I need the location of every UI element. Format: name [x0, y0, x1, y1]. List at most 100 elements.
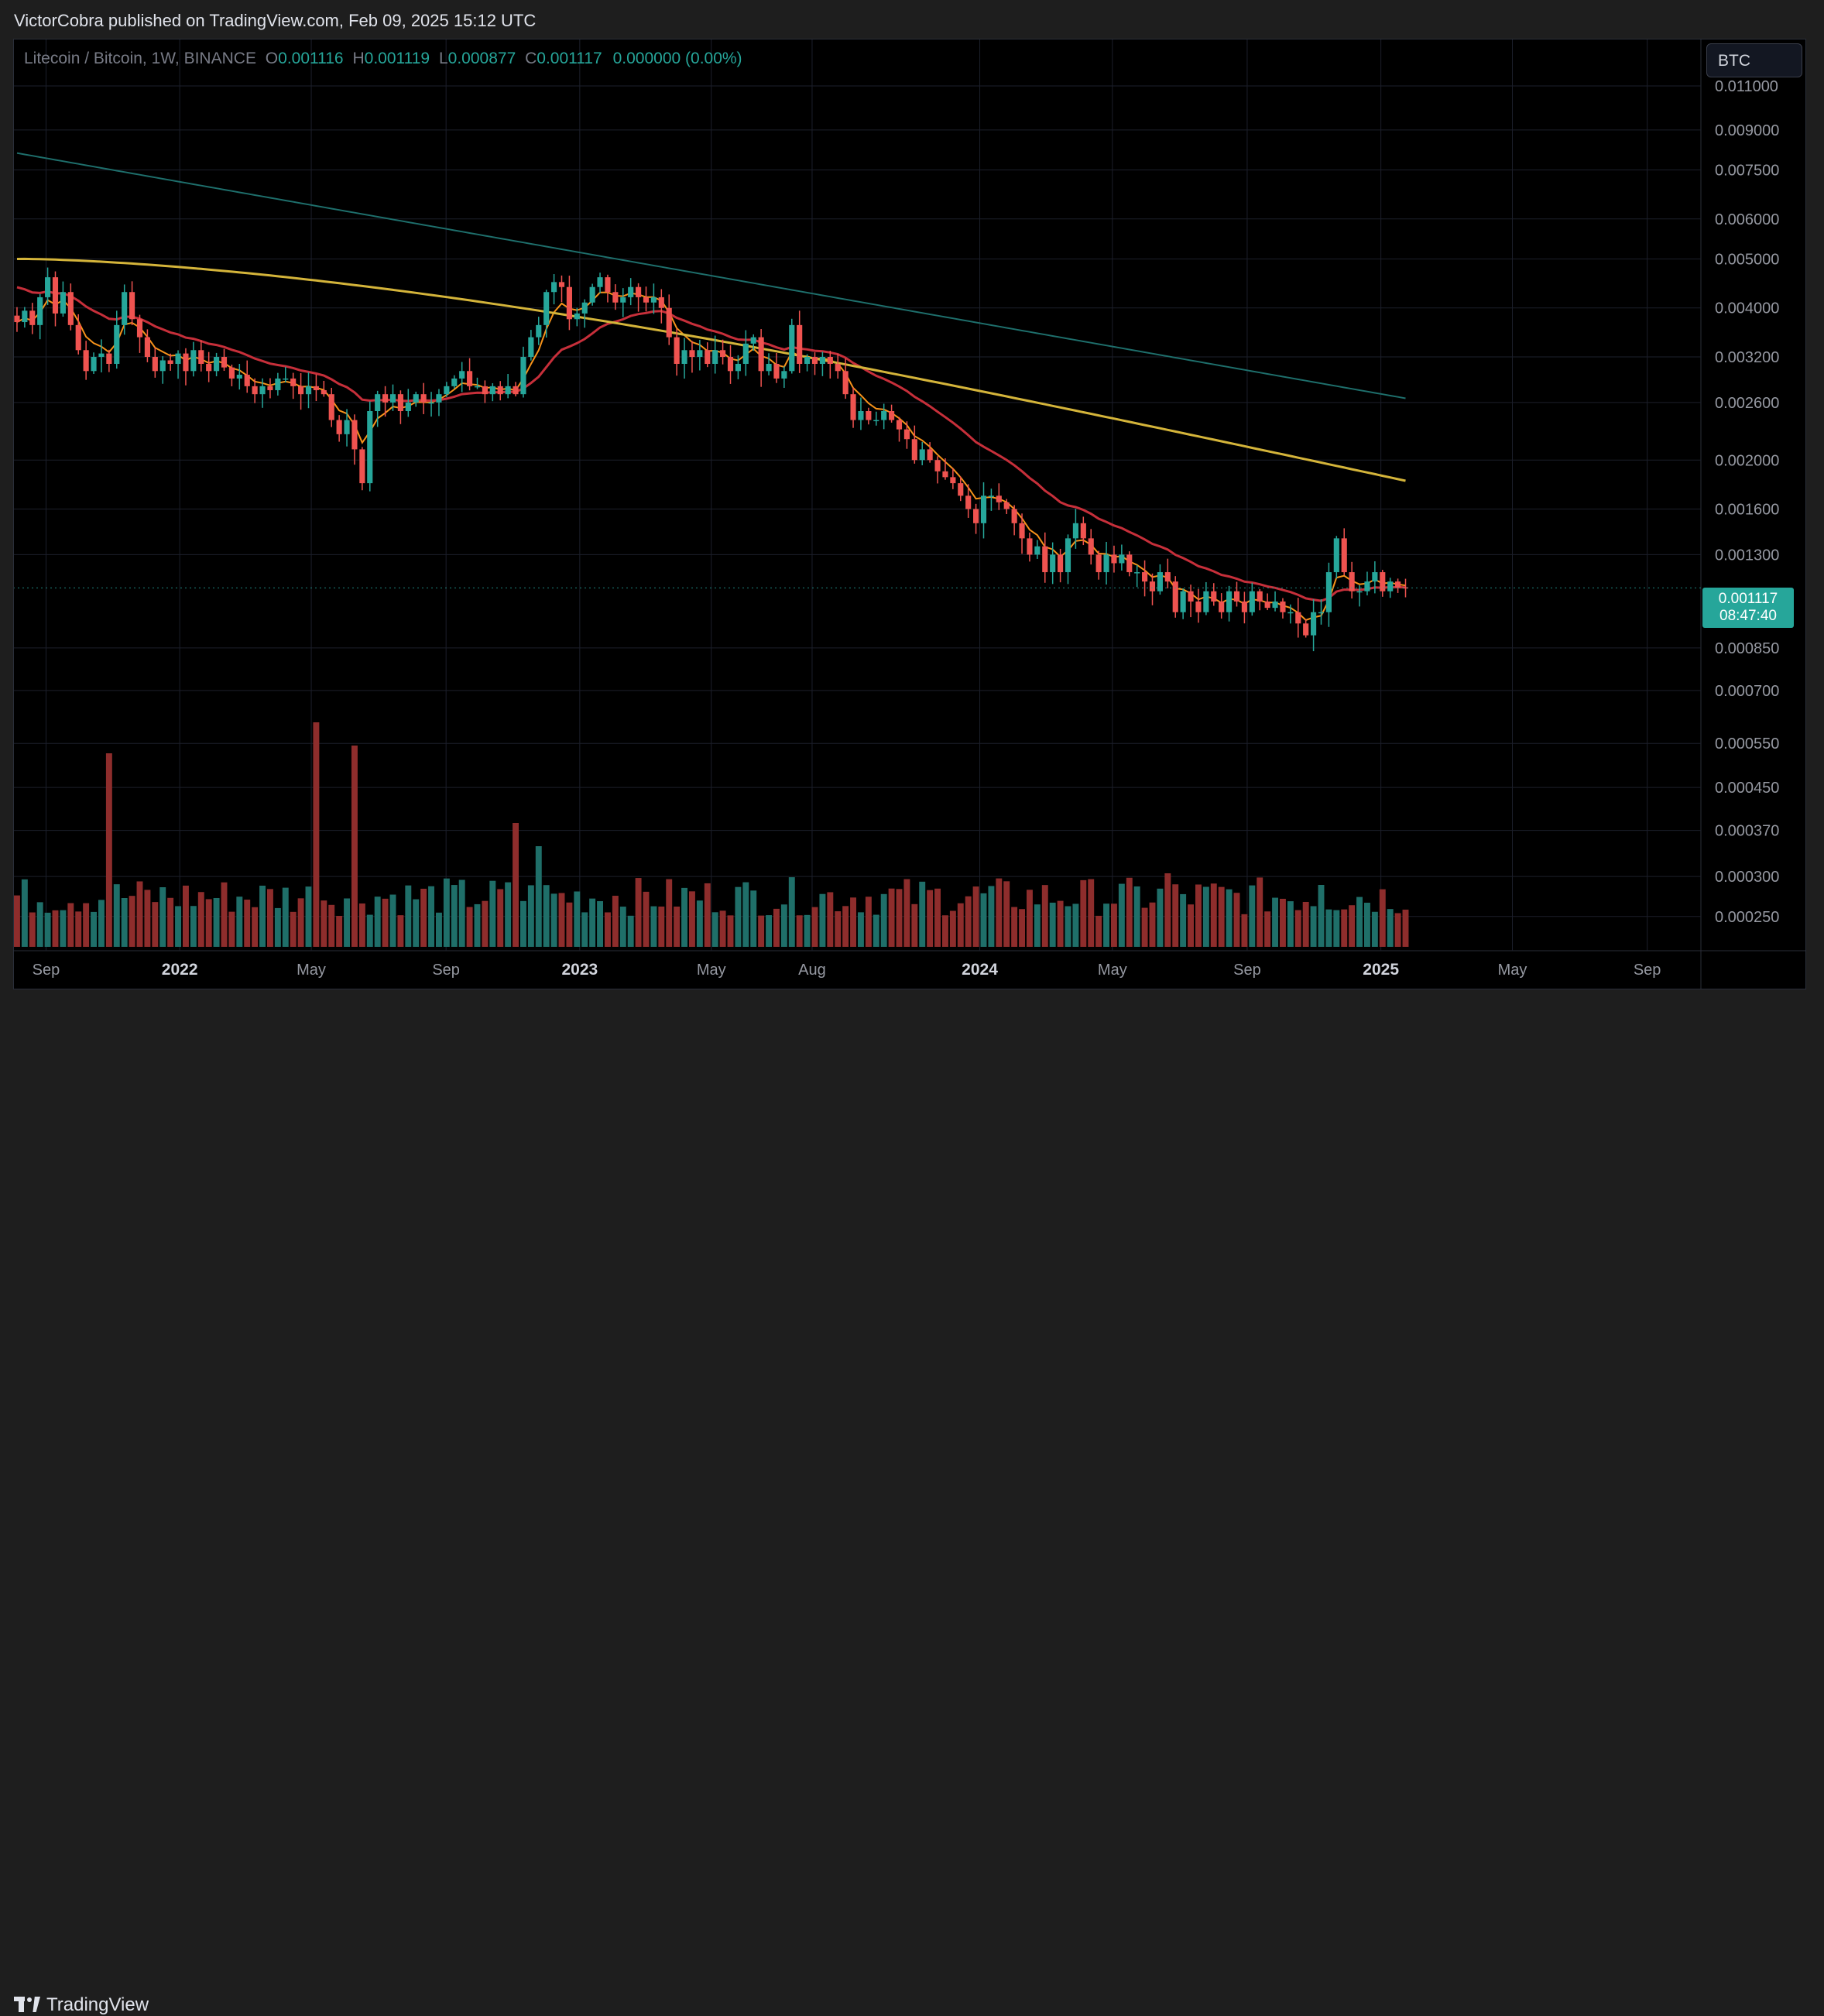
candle-body: [1226, 591, 1233, 612]
price-tick-label: 0.004000: [1715, 300, 1779, 317]
candle-body: [1219, 601, 1225, 612]
volume-bar: [650, 906, 657, 947]
volume-bar: [351, 746, 358, 947]
volume-bar: [589, 898, 596, 947]
close-value: 0.001117: [537, 50, 602, 67]
symbol-name[interactable]: Litecoin / Bitcoin, 1W, BINANCE: [24, 50, 256, 67]
volume-bar: [305, 886, 312, 947]
volume-bar: [780, 904, 787, 947]
candle-body: [413, 394, 419, 403]
volume-bar: [766, 915, 773, 947]
volume-bar: [113, 884, 120, 947]
candle-body: [144, 337, 150, 358]
candle-body: [1034, 546, 1041, 555]
candle-body: [1333, 538, 1339, 573]
candle-body: [1280, 601, 1286, 612]
price-chart[interactable]: 0.011000 0.009000 0.007500 0.006000 0.005000…: [13, 39, 1806, 989]
candle-body: [1233, 591, 1240, 602]
candle-body: [528, 337, 534, 358]
price-axis[interactable]: 0.011000 0.009000 0.007500 0.006000 0.005000…: [1715, 78, 1779, 926]
volume-bar: [719, 910, 726, 947]
open-value: 0.001116: [278, 50, 344, 67]
candle-body: [1080, 523, 1086, 539]
candle-body: [1303, 623, 1309, 636]
time-tick-label: 2025: [1363, 961, 1399, 979]
volume-bar: [811, 907, 818, 947]
candle-body: [91, 357, 97, 372]
price-tick-label: 0.000250: [1715, 909, 1779, 926]
price-tick-label: 0.003200: [1715, 349, 1779, 366]
candle-body: [1341, 538, 1347, 573]
candle-body: [1372, 572, 1378, 582]
volume-bar: [389, 894, 396, 947]
volume-bar: [1172, 884, 1179, 947]
candle-body: [911, 439, 917, 461]
time-tick-label: May: [1498, 962, 1527, 979]
candle-body: [1380, 572, 1386, 591]
volume-bar: [136, 881, 143, 947]
candle-body: [589, 286, 595, 303]
candle-body: [1211, 591, 1217, 602]
currency-button[interactable]: BTC: [1706, 43, 1802, 77]
candle-body: [835, 364, 841, 372]
volume-bar: [1333, 910, 1340, 947]
volume-bar: [1325, 909, 1332, 947]
bar-countdown: 08:47:40: [1719, 608, 1777, 624]
low-value: 0.000877: [447, 50, 516, 67]
candle-body: [581, 302, 588, 314]
candle-body: [14, 315, 20, 323]
volume-bar: [1272, 897, 1279, 947]
candle-body: [474, 386, 481, 388]
volume-bar: [819, 893, 826, 947]
candle-body: [720, 350, 726, 358]
candle-body: [866, 410, 872, 420]
volume-bar: [581, 912, 588, 947]
volume-bar: [297, 898, 304, 947]
candle-body: [52, 277, 59, 314]
volume-bar: [903, 879, 910, 947]
volume-bar: [674, 906, 681, 947]
candle-body: [1318, 612, 1325, 614]
volume-bar: [1126, 877, 1133, 947]
candle-body: [605, 277, 611, 293]
candle-body: [1134, 572, 1140, 574]
candle-body: [1164, 572, 1171, 582]
volume-bar: [796, 915, 803, 947]
volume-bar: [972, 886, 979, 947]
volume-bar: [105, 753, 112, 947]
tradingview-logo[interactable]: TradingView: [14, 1994, 149, 2016]
candle-body: [1364, 581, 1370, 591]
candle-body: [819, 357, 825, 365]
candle-body: [252, 386, 258, 395]
volume-bar: [1041, 885, 1048, 947]
candle-body: [1241, 601, 1247, 612]
candle-body: [136, 319, 143, 338]
candle-body: [636, 286, 642, 297]
volume-bar: [313, 722, 320, 947]
candle-body: [167, 360, 173, 365]
symbol-legend[interactable]: Litecoin / Bitcoin, 1W, BINANCE O0.00111…: [24, 50, 742, 68]
candle-body: [405, 402, 411, 411]
volume-bar: [1149, 902, 1156, 947]
volume-bar: [735, 886, 742, 947]
volume-bar: [1065, 906, 1071, 947]
candle-body: [1119, 554, 1125, 564]
candle-body: [574, 313, 580, 320]
candle-body: [1111, 554, 1117, 564]
volume-bar: [513, 823, 519, 947]
candle-body: [1188, 591, 1194, 602]
chart-pane[interactable]: 0.011000 0.009000 0.007500 0.006000 0.005000…: [13, 39, 1806, 989]
candle-body: [1264, 601, 1270, 609]
time-axis[interactable]: Sep 2022 May Sep 2023 May Aug 2024 May Sep 2025 May…: [33, 961, 1661, 979]
volume-bar: [965, 896, 972, 947]
volume-bar: [1188, 904, 1195, 947]
volume-bar: [36, 902, 43, 947]
volume-bar: [919, 881, 926, 947]
price-tick-label: 0.009000: [1715, 122, 1779, 139]
candle-body: [1088, 538, 1094, 555]
volume-bar: [328, 904, 335, 947]
volume-bar: [443, 878, 450, 947]
volume-bar: [711, 912, 718, 947]
candle-body: [858, 410, 864, 420]
candle-body: [22, 310, 28, 323]
